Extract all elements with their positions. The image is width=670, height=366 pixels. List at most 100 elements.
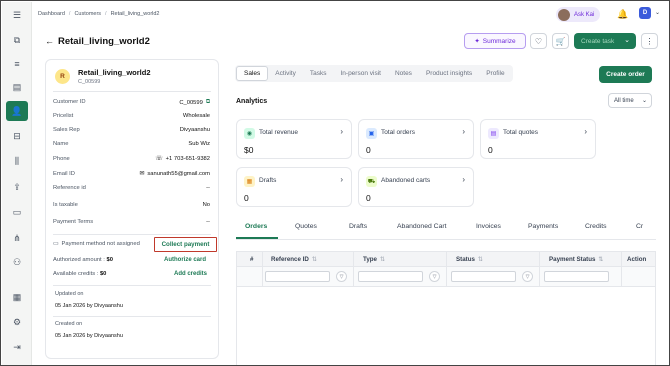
card-icon: ▭ — [53, 241, 59, 247]
chevron-down-icon[interactable]: ⌄ — [655, 9, 660, 16]
tab-credits[interactable]: Credits — [585, 223, 607, 230]
user-avatar[interactable]: D — [639, 7, 651, 19]
breadcrumb-customers[interactable]: Customers — [74, 11, 101, 17]
active-tab-underline — [236, 237, 278, 239]
more-options-icon[interactable]: ⋮ — [641, 33, 658, 49]
user-gear-icon[interactable]: ⚇ — [9, 254, 25, 270]
tab-abandoned-cart[interactable]: Abandoned Cart — [397, 223, 447, 230]
tab-tasks[interactable]: Tasks — [303, 66, 334, 81]
divider — [53, 91, 211, 92]
column-payment-status[interactable]: Payment Status ⇅ — [549, 256, 604, 263]
tab-drafts[interactable]: Drafts — [349, 223, 367, 230]
payment-status-filter-input[interactable] — [544, 271, 609, 282]
field-value: No — [202, 202, 210, 208]
metric-total-orders[interactable]: ▣ Total orders › 0 — [358, 119, 474, 159]
summarize-button[interactable]: ✦ Summarize — [464, 33, 526, 49]
field-value[interactable]: sanunath55@gmail.com — [147, 171, 210, 177]
create-task-button[interactable]: Create task ⌄ — [574, 33, 636, 49]
field-label: Customer ID — [53, 99, 86, 105]
field-customer-id: Customer ID C_00599 ⧉ — [53, 99, 210, 109]
create-order-button[interactable]: Create order — [599, 66, 652, 83]
payment-method-text: Payment method not assigned — [61, 241, 140, 247]
upload-file-icon[interactable]: ⇪ — [9, 179, 25, 195]
filter-icon[interactable]: ▽ — [429, 271, 440, 282]
tab-quotes[interactable]: Quotes — [295, 223, 317, 230]
list-icon[interactable]: ≡ — [9, 56, 25, 72]
tab-invoices[interactable]: Invoices — [476, 223, 501, 230]
tab-notes[interactable]: Notes — [388, 66, 419, 81]
sliders-icon[interactable]: ⫼ — [9, 153, 25, 169]
metric-total-quotes[interactable]: ▤ Total quotes › 0 — [480, 119, 596, 159]
sort-icon[interactable]: ⇅ — [598, 256, 603, 263]
create-task-label: Create task — [581, 37, 615, 45]
chevron-right-icon[interactable]: › — [462, 175, 465, 184]
metric-label: Total quotes — [503, 129, 539, 136]
metric-drafts[interactable]: ▦ Drafts › 0 — [236, 167, 352, 207]
chevron-right-icon[interactable]: › — [340, 175, 343, 184]
add-credits-link[interactable]: Add credits — [174, 271, 207, 277]
field-name: Name Sub Wiz — [53, 141, 210, 151]
status-filter-input[interactable] — [451, 271, 516, 282]
field-label: Email ID — [53, 171, 75, 177]
metric-label: Total revenue — [259, 129, 299, 136]
settings-icon[interactable]: ⚙ — [9, 314, 25, 330]
column-label: # — [250, 256, 254, 263]
copy-icon[interactable]: ⧉ — [9, 32, 25, 48]
chevron-right-icon[interactable]: › — [462, 127, 465, 136]
metric-total-revenue[interactable]: ◉ Total revenue › $0 — [236, 119, 352, 159]
customer-code: C_00599 — [78, 79, 101, 85]
field-email: Email ID ✉ sanunath55@gmail.com — [53, 171, 210, 181]
field-label: Sales Rep — [53, 127, 80, 133]
column-type[interactable]: Type ⇅ — [363, 256, 385, 263]
column-divider — [621, 252, 622, 287]
sort-icon[interactable]: ⇅ — [312, 256, 317, 263]
field-value: -- — [206, 185, 210, 191]
sort-icon[interactable]: ⇅ — [380, 256, 385, 263]
clipboard-icon[interactable]: ▤ — [9, 79, 25, 95]
filter-icon[interactable]: ▽ — [522, 271, 533, 282]
network-icon[interactable]: ⋔ — [9, 230, 25, 246]
heart-icon[interactable]: ♡ — [530, 33, 547, 49]
breadcrumb-dashboard[interactable]: Dashboard — [38, 11, 65, 17]
field-value: Sub Wiz — [188, 141, 210, 147]
chevron-down-icon[interactable]: ⌄ — [624, 36, 630, 44]
bell-icon[interactable]: 🔔 — [617, 9, 628, 20]
folder-icon[interactable]: ▭ — [9, 204, 25, 220]
back-arrow-icon[interactable]: ← — [45, 36, 54, 46]
cart-icon[interactable]: 🛒 — [552, 33, 569, 49]
field-value[interactable]: +1 703-651-9382 — [166, 156, 210, 162]
chevron-down-icon: ⌄ — [641, 98, 647, 104]
user-icon[interactable]: 👤 — [6, 101, 28, 121]
metric-abandoned-carts[interactable]: ⛟ Abandoned carts › 0 — [358, 167, 474, 207]
sort-icon[interactable]: ⇅ — [478, 256, 483, 263]
collect-payment-button[interactable]: Collect payment — [154, 237, 217, 252]
time-range-select[interactable]: All time ⌄ — [608, 93, 652, 108]
chevron-right-icon[interactable]: › — [584, 127, 587, 136]
tab-profile[interactable]: Profile — [479, 66, 511, 81]
tab-credit-notes[interactable]: Cr — [636, 223, 643, 230]
building-icon[interactable]: ▦ — [9, 289, 25, 305]
column-reference-id[interactable]: Reference ID ⇅ — [271, 256, 317, 263]
column-number: # — [250, 256, 253, 263]
filter-icon[interactable]: ▽ — [336, 271, 347, 282]
panel-icon[interactable]: ☰ — [9, 7, 25, 23]
column-status[interactable]: Status ⇅ — [456, 256, 483, 263]
tab-sales[interactable]: Sales — [236, 66, 269, 81]
quotes-icon: ▤ — [488, 128, 499, 139]
authorize-card-link[interactable]: Authorize card — [164, 257, 206, 263]
copy-icon[interactable]: ⧉ — [206, 99, 210, 106]
tab-product-insights[interactable]: Product insights — [419, 66, 479, 81]
tab-in-person-visit[interactable]: In-person visit — [333, 66, 387, 81]
ask-kai-button[interactable]: Ask Kai — [556, 7, 601, 22]
tab-payments[interactable]: Payments — [528, 223, 558, 230]
logout-icon[interactable]: ⇥ — [9, 339, 25, 355]
section-tabs: Sales Activity Tasks In-person visit Not… — [235, 65, 513, 82]
type-filter-input[interactable] — [358, 271, 423, 282]
chevron-right-icon[interactable]: › — [340, 127, 343, 136]
breadcrumb-separator: / — [105, 11, 107, 17]
tab-activity[interactable]: Activity — [268, 66, 303, 81]
box-icon[interactable]: ⊟ — [9, 128, 25, 144]
reference-id-filter-input[interactable] — [265, 271, 330, 282]
tab-orders[interactable]: Orders — [245, 223, 267, 230]
phone-icon: ☏ — [155, 156, 163, 162]
